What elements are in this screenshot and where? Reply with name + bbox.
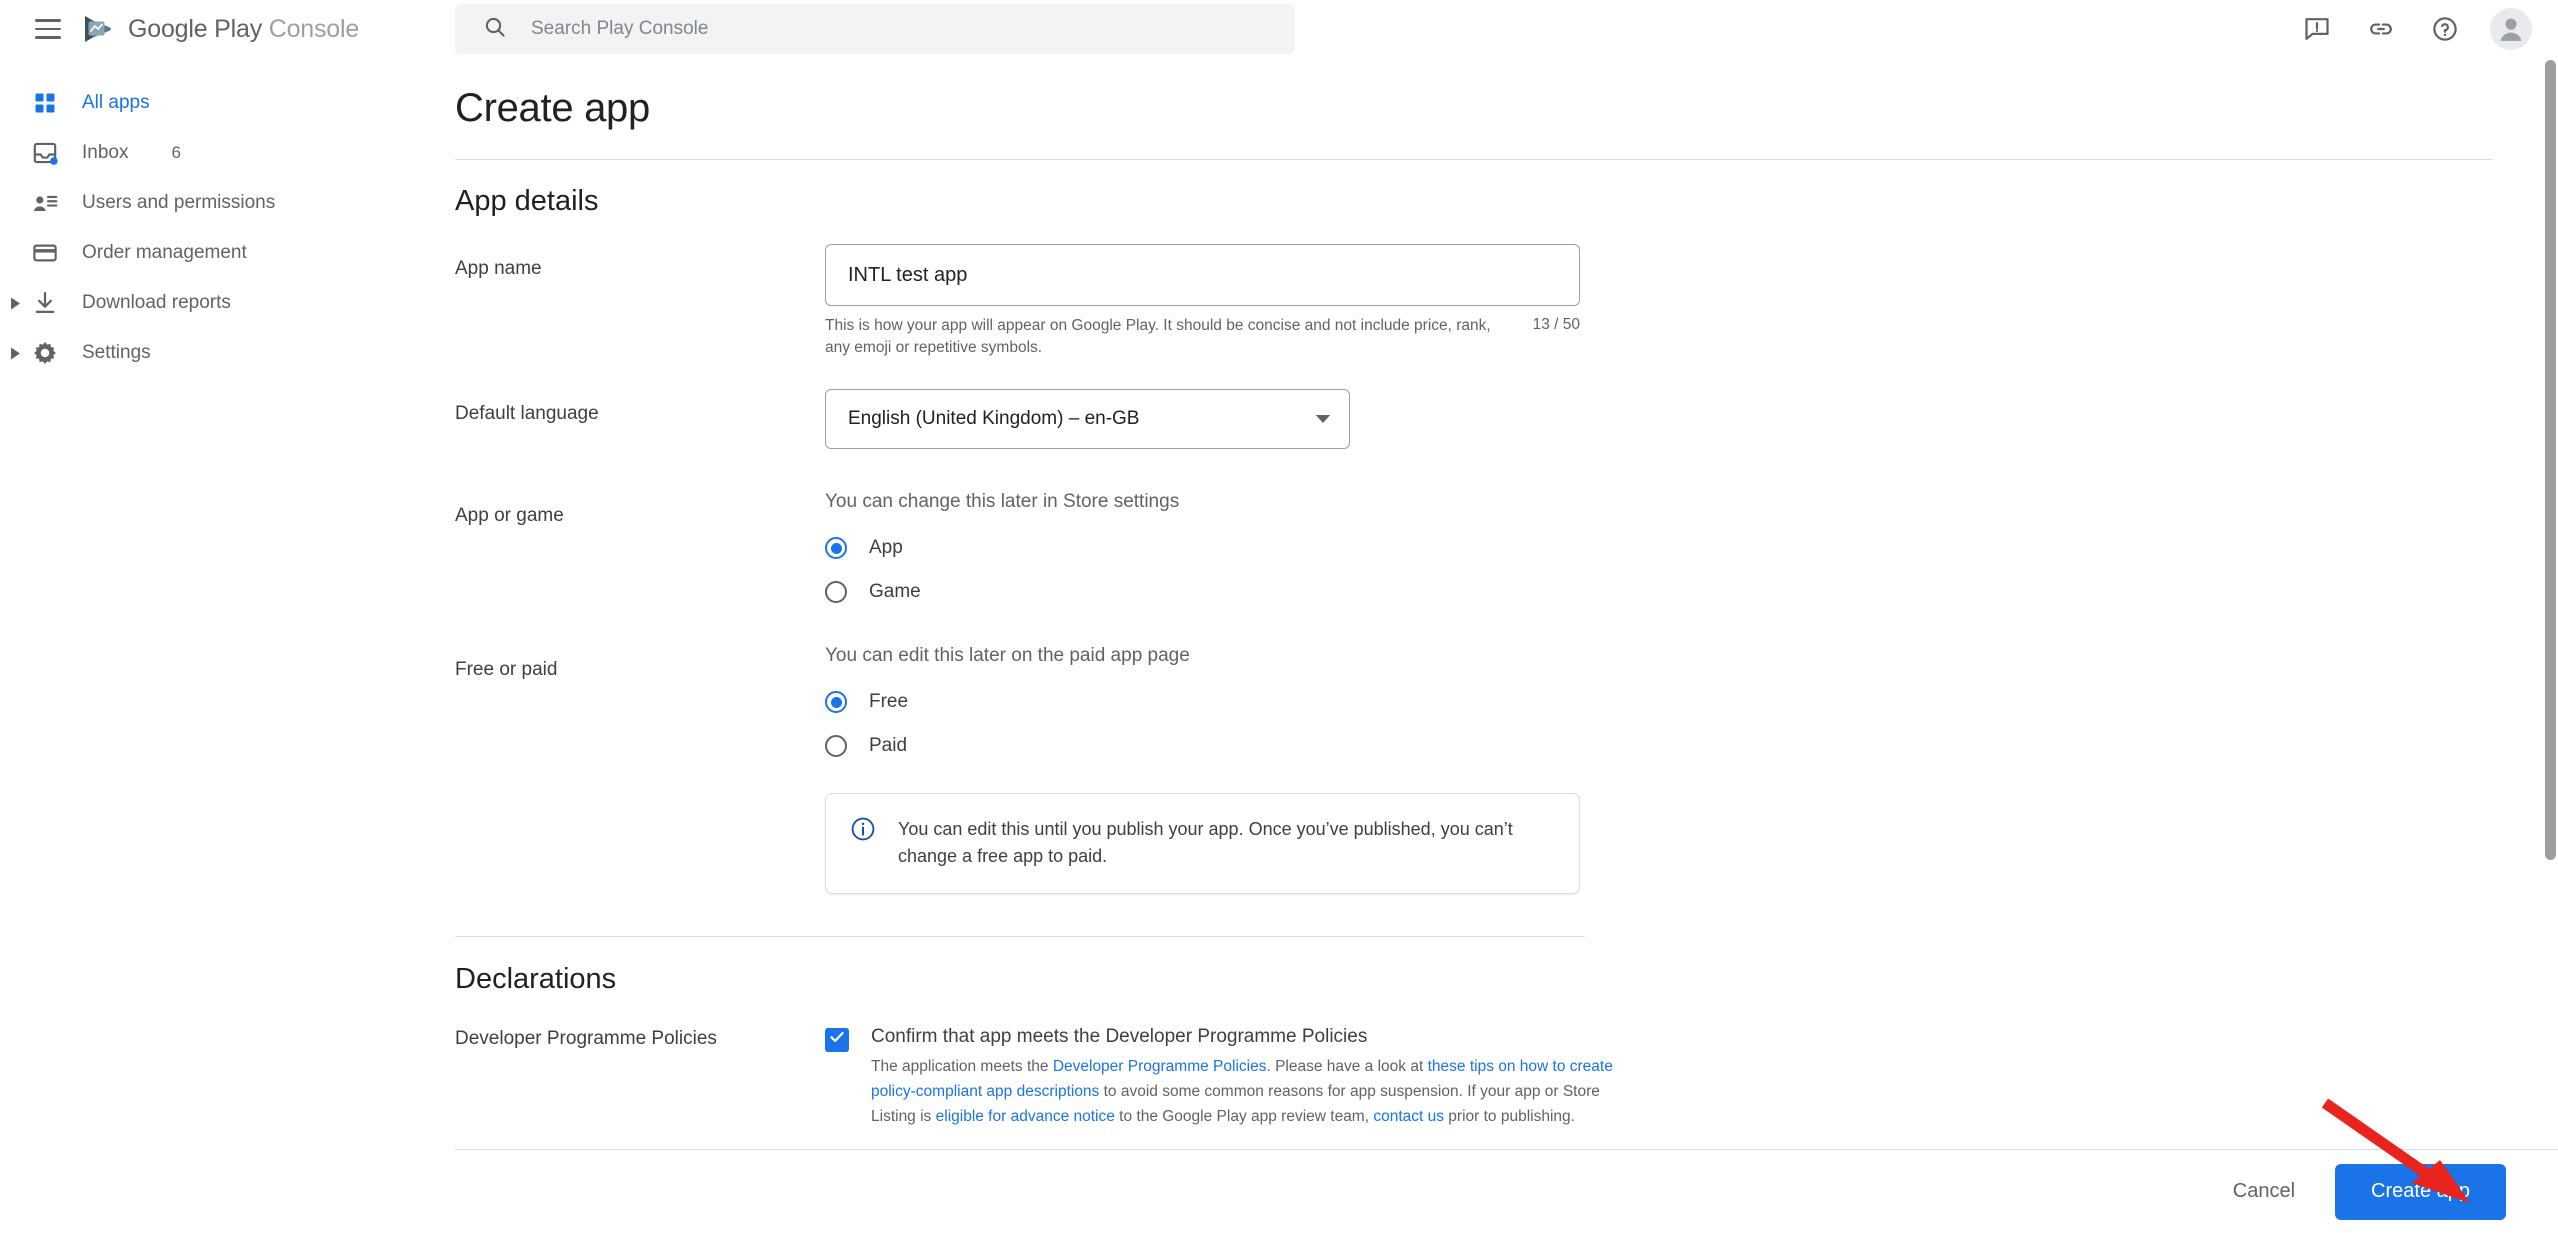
sidebar-item-label: Users and permissions xyxy=(82,192,276,213)
free-or-paid-hint: You can edit this later on the paid app … xyxy=(825,645,1190,666)
sidebar-item-download-reports[interactable]: Download reports xyxy=(0,278,455,328)
search-input[interactable]: Search Play Console xyxy=(455,4,1295,54)
radio-label: Free xyxy=(869,691,909,712)
sidebar-item-settings[interactable]: Settings xyxy=(0,328,455,378)
default-language-value: English (United Kingdom) – en-GB xyxy=(848,408,1140,429)
top-app-bar: Google Play Console Search Play Console xyxy=(0,0,2558,58)
check-icon xyxy=(828,1028,846,1051)
brand-logo-link[interactable]: Google Play Console xyxy=(82,13,359,45)
search-icon xyxy=(483,15,507,44)
sidebar-item-inbox[interactable]: Inbox 6 xyxy=(0,128,455,178)
field-row-free-or-paid: Free or paid You can edit this later on … xyxy=(455,645,2515,894)
sidebar-item-label: Settings xyxy=(82,342,151,363)
app-or-game-hint: You can change this later in Store setti… xyxy=(825,491,1180,512)
section-title-app-details: App details xyxy=(455,185,599,217)
declaration-checkbox[interactable] xyxy=(825,1027,849,1052)
default-language-select[interactable]: English (United Kingdom) – en-GB xyxy=(825,389,1350,449)
download-icon xyxy=(30,288,60,318)
inbox-unread-count: 6 xyxy=(171,143,181,162)
brand-name-console: Console xyxy=(268,14,360,43)
search-container: Search Play Console xyxy=(455,0,1295,58)
sidebar-item-label: Download reports xyxy=(82,292,231,313)
info-banner-text: You can edit this until you publish your… xyxy=(898,819,1513,867)
radio-option-app[interactable]: App xyxy=(825,537,2515,559)
help-icon[interactable] xyxy=(2422,6,2468,52)
sidebar-item-label: Inbox xyxy=(82,142,129,163)
declaration-text: prior to publishing. xyxy=(1444,1107,1575,1125)
top-bar-actions xyxy=(2294,0,2540,58)
search-placeholder: Search Play Console xyxy=(531,18,709,39)
field-row-app-name: App name INTL test app This is how your … xyxy=(455,244,2515,359)
hamburger-menu-icon[interactable] xyxy=(26,7,70,51)
app-or-game-label: App or game xyxy=(455,505,564,526)
radio-option-paid[interactable]: Paid xyxy=(825,735,2515,757)
card-icon xyxy=(30,238,60,268)
declaration-link[interactable]: Developer Programme Policies xyxy=(1053,1058,1267,1075)
title-divider xyxy=(455,159,2493,160)
app-name-character-counter: 13 / 50 xyxy=(1532,316,1580,333)
declaration-link[interactable]: eligible for advance notice xyxy=(936,1108,1115,1125)
gear-icon xyxy=(30,338,60,368)
radio-option-free[interactable]: Free xyxy=(825,691,2515,713)
avatar[interactable] xyxy=(2490,8,2532,50)
sidebar-item-label: All apps xyxy=(82,92,150,113)
cancel-button[interactable]: Cancel xyxy=(2203,1164,2325,1220)
radio-icon-game[interactable] xyxy=(825,581,847,603)
create-app-button[interactable]: Create app xyxy=(2335,1163,2506,1220)
page-title: Create app xyxy=(455,86,650,130)
app-name-helper-text: This is how your app will appear on Goog… xyxy=(825,317,1491,356)
sidebar-navigation: All apps Inbox 6 Users and permissions O… xyxy=(0,58,455,1233)
google-play-console-logo-icon xyxy=(82,13,116,45)
feedback-icon[interactable] xyxy=(2294,6,2340,52)
radio-label: Game xyxy=(869,581,921,602)
app-name-label: App name xyxy=(455,258,542,279)
info-banner: You can edit this until you publish your… xyxy=(825,793,1580,894)
free-or-paid-label: Free or paid xyxy=(455,659,558,680)
expand-caret-icon[interactable] xyxy=(8,346,22,360)
section-title-declarations: Declarations xyxy=(455,962,617,995)
scrollbar-thumb[interactable] xyxy=(2545,60,2556,860)
declaration-text: . Please have a look at xyxy=(1266,1057,1428,1075)
declarations-divider xyxy=(455,935,1585,937)
radio-icon-paid[interactable] xyxy=(825,735,847,757)
declaration-link[interactable]: contact us xyxy=(1373,1108,1444,1125)
chevron-down-icon xyxy=(1315,408,1331,430)
declaration-checkbox-label: Confirm that app meets the Developer Pro… xyxy=(871,1025,1368,1047)
declaration-text: to the Google Play app review team, xyxy=(1114,1107,1374,1125)
app-name-helper-row: This is how your app will appear on Goog… xyxy=(825,315,1580,359)
radio-label: App xyxy=(869,537,903,558)
sidebar-item-users-and-permissions[interactable]: Users and permissions xyxy=(0,178,455,228)
link-icon[interactable] xyxy=(2358,6,2404,52)
field-row-developer-programme-policies: Developer Programme Policies Confirm tha… xyxy=(455,1026,2515,1129)
field-row-app-or-game: App or game You can change this later in… xyxy=(455,491,2515,603)
app-name-input[interactable]: INTL test app xyxy=(825,244,1580,306)
developer-programme-policies-label: Developer Programme Policies xyxy=(455,1027,717,1049)
page-scrollbar[interactable] xyxy=(2545,60,2556,1233)
radio-label: Paid xyxy=(869,735,908,756)
info-icon xyxy=(850,816,876,847)
declaration-text: The application meets the xyxy=(871,1057,1053,1075)
expand-caret-icon[interactable] xyxy=(8,296,22,310)
radio-icon-app[interactable] xyxy=(825,537,847,559)
form-action-bar: Cancel Create app xyxy=(455,1149,2558,1233)
sidebar-item-all-apps[interactable]: All apps xyxy=(0,78,455,128)
brand-name-google-play: Google Play xyxy=(128,14,262,43)
default-language-label: Default language xyxy=(455,403,599,424)
grid-apps-icon xyxy=(30,88,60,118)
radio-option-game[interactable]: Game xyxy=(825,581,2515,603)
sidebar-item-order-management[interactable]: Order management xyxy=(0,228,455,278)
inbox-icon xyxy=(30,138,60,168)
declaration-description: The application meets the Developer Prog… xyxy=(871,1054,1616,1129)
users-icon xyxy=(30,188,60,218)
main-content: Create app App details App name INTL tes… xyxy=(455,58,2550,1233)
sidebar-item-label: Order management xyxy=(82,242,247,263)
field-row-default-language: Default language English (United Kingdom… xyxy=(455,389,2515,449)
radio-icon-free[interactable] xyxy=(825,691,847,713)
